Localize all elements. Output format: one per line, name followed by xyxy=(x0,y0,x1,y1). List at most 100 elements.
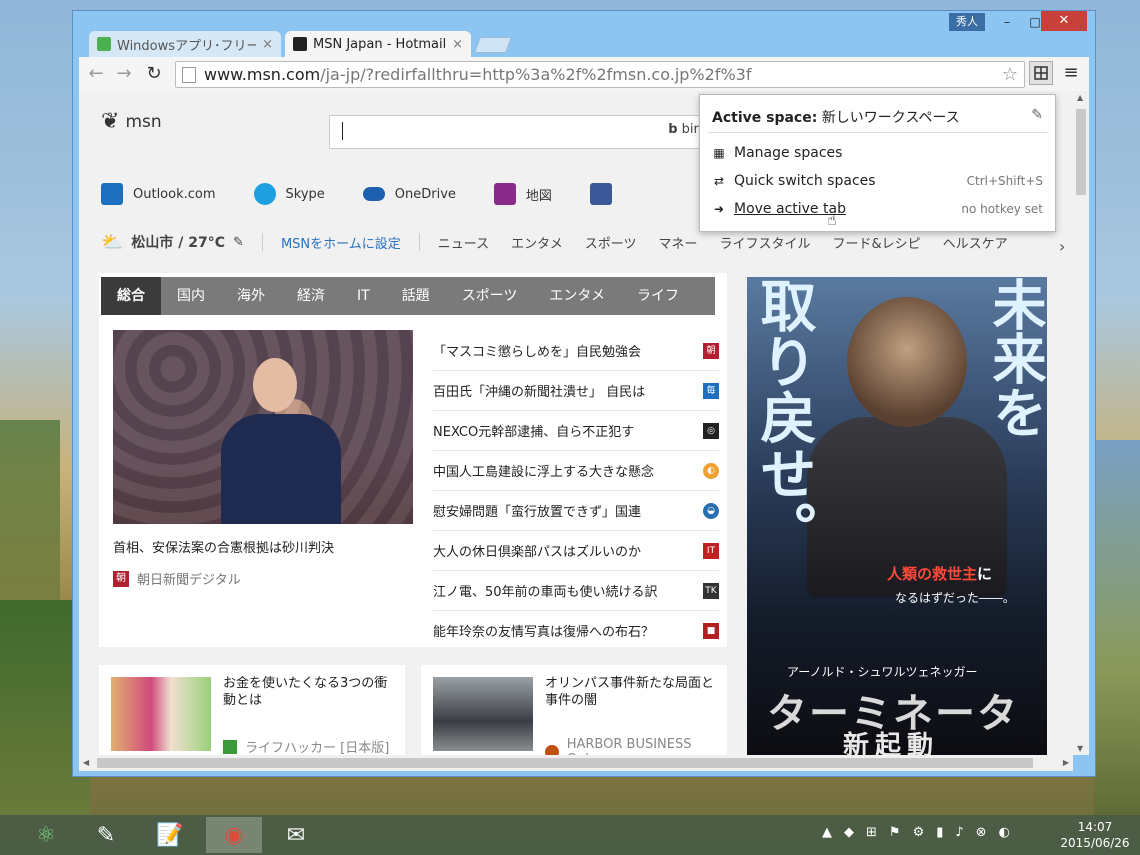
title-bar: Windowsアプリ･フリーソフト × MSN Japan - Hotmail,… xyxy=(73,11,1095,57)
link-onedrive[interactable]: OneDrive xyxy=(362,183,456,205)
scroll-thumb[interactable] xyxy=(97,758,1033,768)
nav-item[interactable]: エンタメ xyxy=(511,233,563,252)
scroll-up-arrow-icon[interactable]: ▲ xyxy=(1077,93,1083,102)
nav-item[interactable]: マネー xyxy=(659,233,698,252)
tab-category[interactable]: 話題 xyxy=(386,277,446,315)
gear-icon[interactable]: ⚙ xyxy=(913,825,925,840)
flag-icon[interactable]: ⚑ xyxy=(889,825,901,840)
nav-item[interactable]: ライフスタイル xyxy=(720,233,811,252)
tab-category[interactable]: IT xyxy=(341,277,386,315)
link-facebook[interactable] xyxy=(589,183,622,205)
skype-icon xyxy=(253,183,276,205)
tab-close-icon[interactable]: × xyxy=(262,37,273,52)
main-headline[interactable]: 首相、安保法案の合憲根拠は砂川判決 xyxy=(113,537,334,556)
desktop-hill-right xyxy=(1094,440,1140,820)
tray-expand-icon[interactable]: ▲ xyxy=(822,825,832,840)
weather-city[interactable]: 松山市 / 27°C xyxy=(131,232,225,252)
spaces-extension-button[interactable] xyxy=(1029,61,1053,85)
forward-button[interactable]: → xyxy=(113,63,135,85)
pencil-icon[interactable]: ✎ xyxy=(233,235,244,250)
scroll-thumb[interactable] xyxy=(1076,109,1086,195)
system-tray: ▲ ◆ ⊞ ⚑ ⚙ ▮ ♪ ⊗ ◐ xyxy=(822,825,1010,840)
msn-logo[interactable]: ❦ msn xyxy=(101,109,162,134)
tab-category[interactable]: 経済 xyxy=(281,277,341,315)
minimize-button[interactable]: – xyxy=(993,13,1021,31)
link-maps[interactable]: 地図 xyxy=(493,183,552,205)
tab-msn[interactable]: MSN Japan - Hotmail, C × xyxy=(285,31,471,57)
tab-category[interactable]: 海外 xyxy=(221,277,281,315)
manage-spaces-item[interactable]: ▦ Manage spaces xyxy=(712,142,1043,164)
paint-app-button[interactable]: ✎ xyxy=(78,817,134,853)
stop-icon[interactable]: ⊗ xyxy=(976,825,987,840)
ad-text-left: 取り戻せ。 xyxy=(751,277,816,557)
volume-icon[interactable]: ♪ xyxy=(955,825,963,840)
list-item[interactable]: 中国人工島建設に浮上する大きな懸念 ◐ xyxy=(433,451,719,491)
list-item[interactable]: NEXCO元幹部逮捕、自ら不正犯す ◎ xyxy=(433,411,719,451)
back-button[interactable]: ← xyxy=(85,63,107,85)
main-source: 朝 朝日新聞デジタル xyxy=(113,569,241,588)
list-item[interactable]: 大人の休日倶楽部パスはズルいのか IT xyxy=(433,531,719,571)
nav-next-arrow-icon[interactable]: › xyxy=(1059,237,1065,256)
nav-item[interactable]: ニュース xyxy=(438,233,489,252)
butterfly-icon: ❦ xyxy=(101,109,120,134)
tab-category[interactable]: 総合 xyxy=(101,277,161,315)
nav-item[interactable]: スポーツ xyxy=(585,233,637,252)
scroll-left-arrow-icon[interactable]: ◀ xyxy=(83,758,89,767)
scroll-down-arrow-icon[interactable]: ▼ xyxy=(1077,744,1083,753)
tray-app-icon[interactable]: ◆ xyxy=(844,825,854,840)
switch-arrows-icon: ⇄ xyxy=(713,174,725,188)
headline-list: 「マスコミ懲らしめを」自民勉強会朝 百田氏「沖縄の新聞社潰せ」 自民は毎 NEX… xyxy=(433,331,719,650)
hotkey-label: no hotkey set xyxy=(961,202,1043,216)
horizontal-scrollbar[interactable]: ◀ ▶ xyxy=(79,755,1073,771)
active-space-header: Active space: 新しいワークスペース xyxy=(712,110,960,126)
scroll-right-arrow-icon[interactable]: ▶ xyxy=(1063,758,1069,767)
cloud-icon xyxy=(362,187,385,201)
tab-category[interactable]: ライフ xyxy=(621,277,695,315)
divider xyxy=(708,132,1047,133)
reload-button[interactable]: ↻ xyxy=(143,63,165,85)
move-active-tab-item[interactable]: ➜ Move active tab no hotkey set xyxy=(712,198,1043,220)
source-icon: TK xyxy=(703,582,719,599)
news-card[interactable]: お金を使いたくなる3つの衝動とは ライフハッカー [日本版] xyxy=(99,665,405,755)
address-bar[interactable]: www.msn.com/ja-jp/?redirfallthru=http%3a… xyxy=(175,61,1025,88)
notepad-app-button[interactable]: 📝 xyxy=(142,817,198,853)
link-skype[interactable]: Skype xyxy=(253,183,325,205)
tab-windows-apps[interactable]: Windowsアプリ･フリーソフト × xyxy=(89,31,281,57)
atom-app-button[interactable]: ⚛ xyxy=(18,817,74,853)
list-item[interactable]: 慰安婦問題「蛮行放置できず」国連 ◒ xyxy=(433,491,719,531)
chrome-menu-button[interactable]: ≡ xyxy=(1061,63,1081,83)
search-input[interactable]: b bing xyxy=(329,115,711,149)
map-icon xyxy=(493,183,516,205)
nav-item[interactable]: ヘルスケア xyxy=(943,233,1008,252)
list-item[interactable]: 江ノ電、50年前の車両も使い続ける訳 TK xyxy=(433,571,719,611)
list-item[interactable]: 能年玲奈の友情写真は復帰への布石？ ■ xyxy=(433,611,719,650)
taskbar-clock[interactable]: 14:07 2015/06/26 xyxy=(1058,819,1132,851)
vertical-scrollbar[interactable]: ▲ ▼ xyxy=(1073,91,1089,755)
list-item[interactable]: 百田氏「沖縄の新聞社潰せ」 自民は毎 xyxy=(433,371,719,411)
link-outlook[interactable]: Outlook.com xyxy=(101,183,216,205)
main-news-image[interactable] xyxy=(113,330,413,524)
quick-switch-item[interactable]: ⇄ Quick switch spaces Ctrl+Shift+S xyxy=(712,170,1043,192)
chrome-app-button[interactable]: ◉ xyxy=(206,817,262,853)
profile-button[interactable]: 秀人 xyxy=(949,13,985,31)
facebook-icon xyxy=(589,183,612,205)
terminator-ad[interactable]: 取り戻せ。 未来を 人類の救世主に なるはずだった――。 アーノルド・シュワルツ… xyxy=(747,277,1047,755)
windows-icon[interactable]: ⊞ xyxy=(866,825,877,840)
tab-category[interactable]: スポーツ xyxy=(446,277,534,315)
ime-icon[interactable]: ◐ xyxy=(999,825,1010,840)
new-tab-button[interactable] xyxy=(474,37,512,53)
network-icon[interactable]: ▮ xyxy=(936,825,943,840)
close-window-button[interactable]: ✕ xyxy=(1041,11,1087,31)
clock-time: 14:07 xyxy=(1077,820,1113,834)
news-card[interactable]: オリンパス事件新たな局面と事件の闇 HARBOR BUSINESS Onl... xyxy=(421,665,727,755)
bookmark-star-icon[interactable]: ☆ xyxy=(1002,64,1018,85)
set-home-link[interactable]: MSNをホームに設定 xyxy=(281,233,401,252)
tab-close-icon[interactable]: × xyxy=(452,37,463,52)
nav-item[interactable]: フード&レシピ xyxy=(833,233,921,252)
category-nav: ⛅ 松山市 / 27°C ✎ MSNをホームに設定 ニュース エンタメ スポーツ… xyxy=(101,229,1030,255)
tab-category[interactable]: 国内 xyxy=(161,277,221,315)
mail-app-button[interactable]: ✉ xyxy=(268,817,324,853)
edit-pencil-icon[interactable]: ✎ xyxy=(1031,107,1043,123)
tab-category[interactable]: エンタメ xyxy=(533,277,621,315)
list-item[interactable]: 「マスコミ懲らしめを」自民勉強会朝 xyxy=(433,331,719,371)
